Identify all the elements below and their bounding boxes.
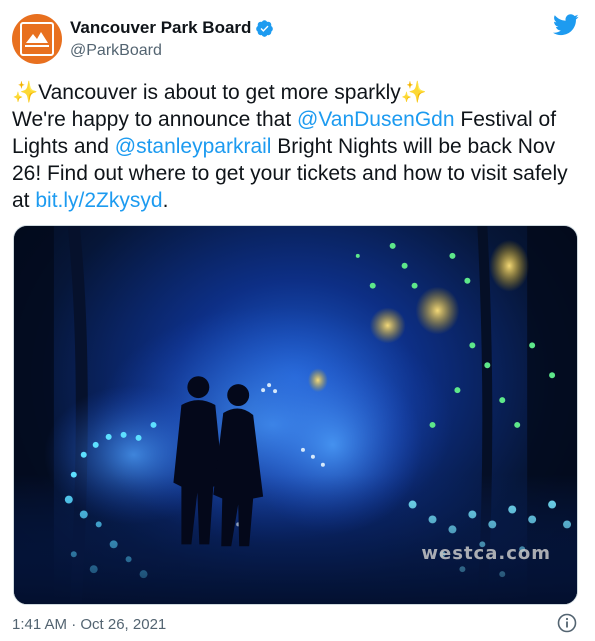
- author-name-row[interactable]: Vancouver Park Board: [70, 18, 274, 38]
- sparkle-emoji: ✨: [12, 81, 39, 104]
- tweet-photo[interactable]: westca.com: [13, 225, 578, 605]
- watermark-text: westca.com: [421, 543, 551, 564]
- info-icon[interactable]: [557, 613, 577, 633]
- tweet-end: .: [162, 189, 169, 212]
- sparkle-emoji: ✨: [400, 81, 427, 104]
- mention-stanleyparkrail[interactable]: @stanleyparkrail: [115, 135, 272, 158]
- park-board-logo-icon: [20, 22, 54, 56]
- verified-badge-icon: [256, 19, 274, 37]
- author-avatar[interactable]: [12, 14, 62, 64]
- author-display-name[interactable]: Vancouver Park Board: [70, 18, 251, 38]
- tweet-intro: We're happy to announce that: [12, 108, 297, 131]
- tweet-timestamp[interactable]: 1:41 AM · Oct 26, 2021: [12, 616, 166, 633]
- twitter-bird-icon[interactable]: [553, 14, 579, 36]
- mention-vandusengdn[interactable]: @VanDusenGdn: [297, 108, 455, 131]
- tweet-link[interactable]: bit.ly/2Zkysyd: [35, 189, 162, 212]
- tweet-card: Vancouver Park Board @ParkBoard ✨Vancouv…: [0, 0, 595, 641]
- tweet-line1: Vancouver is about to get more sparkly: [38, 81, 401, 104]
- author-handle[interactable]: @ParkBoard: [70, 42, 162, 60]
- tweet-text: ✨Vancouver is about to get more sparkly✨…: [12, 79, 584, 214]
